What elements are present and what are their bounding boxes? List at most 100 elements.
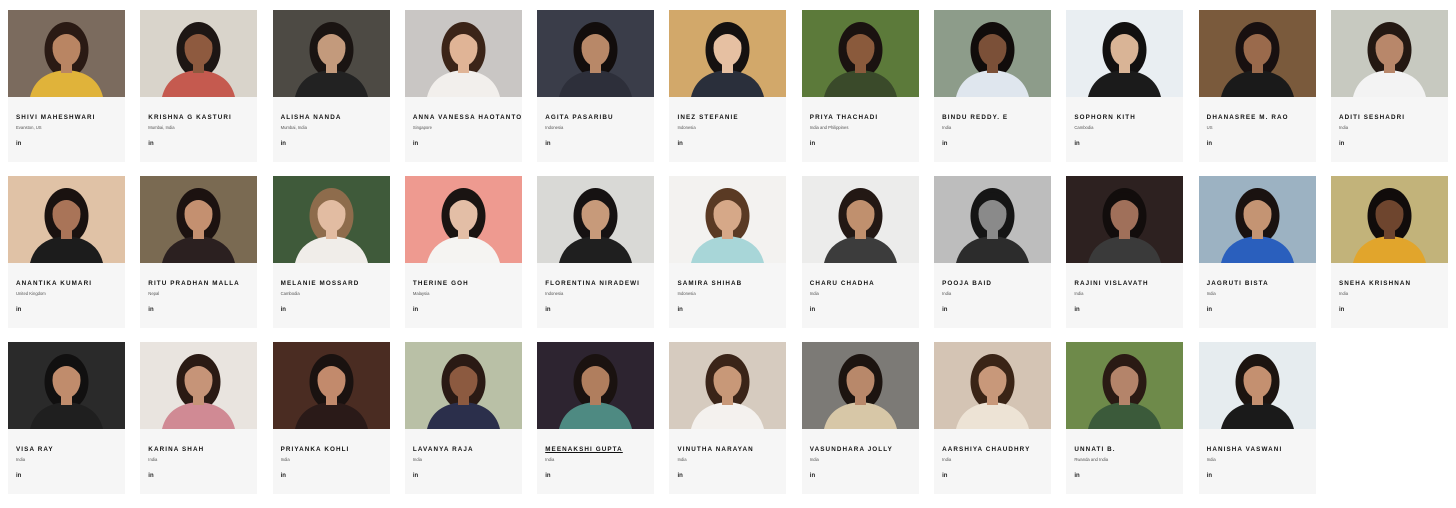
profile-photo[interactable] — [1198, 176, 1316, 263]
profile-photo[interactable] — [1330, 10, 1448, 97]
profile-photo[interactable] — [272, 176, 390, 263]
linkedin-icon[interactable]: in — [810, 141, 815, 147]
profile-card[interactable]: Krishna G Kasturi Mumbai, India in — [140, 10, 258, 162]
profile-photo[interactable] — [140, 176, 258, 263]
profile-card[interactable]: Anantika Kumari United Kingdom in — [8, 176, 125, 328]
linkedin-icon[interactable]: in — [148, 473, 153, 479]
profile-card[interactable]: Sneha Krishnan India in — [1330, 176, 1448, 328]
profile-card[interactable]: Lavanya Raja India in — [404, 342, 522, 494]
profile-card[interactable]: Pooja Baid India in — [934, 176, 1052, 328]
profile-card[interactable]: Anna Vanessa Haotanto Singapore in — [404, 10, 522, 162]
profile-card[interactable]: Priyanka Kohli India in — [272, 342, 390, 494]
profile-photo[interactable] — [669, 342, 787, 429]
profile-card[interactable]: Melanie Mossard Cambodia in — [272, 176, 390, 328]
profile-photo[interactable] — [801, 342, 919, 429]
linkedin-icon[interactable]: in — [16, 141, 21, 147]
profile-photo[interactable] — [934, 176, 1052, 263]
linkedin-icon[interactable]: in — [281, 307, 286, 313]
profile-photo[interactable] — [1066, 10, 1184, 97]
profile-location: Indonesia — [545, 291, 564, 296]
profile-photo[interactable] — [537, 176, 655, 263]
profile-photo[interactable] — [801, 176, 919, 263]
profile-card[interactable]: Bindu Reddy. E India in — [934, 10, 1052, 162]
linkedin-icon[interactable]: in — [16, 473, 21, 479]
profile-photo[interactable] — [934, 10, 1052, 97]
profile-photo[interactable] — [272, 342, 390, 429]
linkedin-icon[interactable]: in — [677, 141, 682, 147]
profile-photo[interactable] — [1066, 342, 1184, 429]
linkedin-icon[interactable]: in — [148, 307, 153, 313]
profile-photo[interactable] — [404, 176, 522, 263]
profile-photo[interactable] — [669, 176, 787, 263]
linkedin-icon[interactable]: in — [1074, 473, 1079, 479]
profile-card[interactable]: Inez Stefanie Indonesia in — [669, 10, 787, 162]
profile-location: Cambodia — [280, 291, 300, 296]
linkedin-icon[interactable]: in — [545, 141, 550, 147]
profile-photo[interactable] — [8, 176, 125, 263]
profile-card[interactable]: Hanisha Vaswani India in — [1198, 342, 1316, 494]
linkedin-icon[interactable]: in — [545, 307, 550, 313]
linkedin-icon[interactable]: in — [810, 307, 815, 313]
linkedin-icon[interactable]: in — [942, 307, 947, 313]
profile-photo[interactable] — [8, 342, 125, 429]
profile-photo[interactable] — [140, 342, 258, 429]
profile-card[interactable]: Visa Ray India in — [8, 342, 125, 494]
linkedin-icon[interactable]: in — [413, 473, 418, 479]
profile-name: Florentina Niradewi — [545, 280, 641, 287]
profile-card[interactable]: Samira Shihab Indonesia in — [669, 176, 787, 328]
profile-photo[interactable] — [272, 10, 390, 97]
linkedin-icon[interactable]: in — [1074, 307, 1079, 313]
profile-card[interactable]: Vasundhara Jolly India in — [801, 342, 919, 494]
profile-photo[interactable] — [669, 10, 787, 97]
profile-card[interactable]: Sophorn Kith Cambodia in — [1066, 10, 1184, 162]
linkedin-icon[interactable]: in — [1074, 141, 1079, 147]
linkedin-icon[interactable]: in — [281, 473, 286, 479]
linkedin-icon[interactable]: in — [677, 473, 682, 479]
linkedin-icon[interactable]: in — [1339, 307, 1344, 313]
profile-card[interactable]: Florentina Niradewi Indonesia in — [537, 176, 655, 328]
linkedin-icon[interactable]: in — [1207, 307, 1212, 313]
linkedin-icon[interactable]: in — [413, 141, 418, 147]
linkedin-icon[interactable]: in — [413, 307, 418, 313]
profile-photo[interactable] — [801, 10, 919, 97]
profile-card[interactable]: Jagruti Bista India in — [1198, 176, 1316, 328]
profile-card[interactable]: Charu Chadha India in — [801, 176, 919, 328]
profile-photo[interactable] — [537, 342, 655, 429]
linkedin-icon[interactable]: in — [1207, 141, 1212, 147]
profile-card[interactable]: Karina Shah India in — [140, 342, 258, 494]
profile-card[interactable]: Meenakshi Gupta India in — [537, 342, 655, 494]
profile-photo[interactable] — [140, 10, 258, 97]
linkedin-icon[interactable]: in — [810, 473, 815, 479]
linkedin-icon[interactable]: in — [16, 307, 21, 313]
profile-photo[interactable] — [404, 342, 522, 429]
profile-photo[interactable] — [1066, 176, 1184, 263]
profile-name[interactable]: Meenakshi Gupta — [545, 446, 650, 453]
profile-card[interactable]: Aditi Seshadri India in — [1330, 10, 1448, 162]
profile-card[interactable]: Agita Pasaribu Indonesia in — [537, 10, 655, 162]
profile-card[interactable]: Rajini Vislavath India in — [1066, 176, 1184, 328]
linkedin-icon[interactable]: in — [148, 141, 153, 147]
linkedin-icon[interactable]: in — [545, 473, 550, 479]
profile-card[interactable]: Alisha Nanda Mumbai, India in — [272, 10, 390, 162]
profile-photo[interactable] — [1330, 176, 1448, 263]
linkedin-icon[interactable]: in — [281, 141, 286, 147]
linkedin-icon[interactable]: in — [1339, 141, 1344, 147]
profile-card[interactable]: Vinutha Narayan India in — [669, 342, 787, 494]
profile-card[interactable]: Priya Thachadi India and Philippines in — [801, 10, 919, 162]
profile-photo[interactable] — [1198, 10, 1316, 97]
profile-photo[interactable] — [537, 10, 655, 97]
profile-photo[interactable] — [1198, 342, 1316, 429]
profile-photo[interactable] — [934, 342, 1052, 429]
profile-card[interactable]: Aarshiya Chaudhry India in — [934, 342, 1052, 494]
profile-photo[interactable] — [8, 10, 125, 97]
linkedin-icon[interactable]: in — [1207, 473, 1212, 479]
profile-card[interactable]: Ritu Pradhan Malla Nepal in — [140, 176, 258, 328]
profile-card[interactable]: Therine Goh Malaysia in — [404, 176, 522, 328]
profile-card[interactable]: Dhanasree M. Rao US in — [1198, 10, 1316, 162]
linkedin-icon[interactable]: in — [942, 141, 947, 147]
profile-card[interactable]: Unnati B. Rwanda and India in — [1066, 342, 1184, 494]
profile-photo[interactable] — [404, 10, 522, 97]
linkedin-icon[interactable]: in — [942, 473, 947, 479]
linkedin-icon[interactable]: in — [677, 307, 682, 313]
profile-card[interactable]: Shivi Maheshwari Evanston, US in — [8, 10, 125, 162]
